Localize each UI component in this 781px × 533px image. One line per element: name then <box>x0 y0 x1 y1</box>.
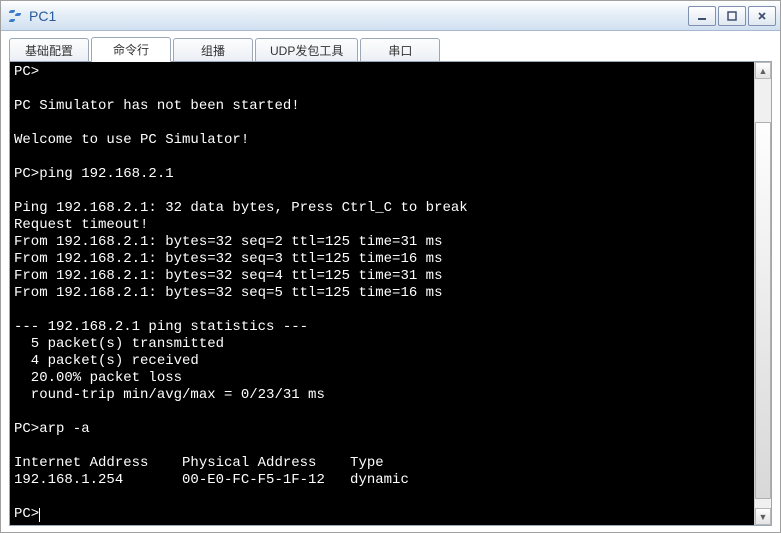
terminal[interactable]: PC> PC Simulator has not been started! W… <box>10 62 754 525</box>
tab-label: 组播 <box>201 42 225 59</box>
chevron-up-icon: ▲ <box>759 66 768 76</box>
tab-command-line[interactable]: 命令行 <box>91 37 171 62</box>
scroll-up-button[interactable]: ▲ <box>755 62 771 79</box>
tab-udp-tool[interactable]: UDP发包工具 <box>255 38 358 62</box>
minimize-button[interactable] <box>688 6 716 26</box>
scroll-thumb[interactable] <box>755 122 771 500</box>
tab-basic-config[interactable]: 基础配置 <box>9 38 89 62</box>
tab-multicast[interactable]: 组播 <box>173 38 253 62</box>
app-icon <box>7 8 23 24</box>
scroll-down-button[interactable]: ▼ <box>755 508 771 525</box>
close-button[interactable] <box>748 6 776 26</box>
maximize-button[interactable] <box>718 6 746 26</box>
scroll-track[interactable] <box>755 79 771 508</box>
scrollbar[interactable]: ▲ ▼ <box>754 62 771 525</box>
tab-serial[interactable]: 串口 <box>360 38 440 62</box>
chevron-down-icon: ▼ <box>759 512 768 522</box>
tab-label: 命令行 <box>113 41 149 58</box>
terminal-container: PC> PC Simulator has not been started! W… <box>9 61 772 526</box>
tab-label: UDP发包工具 <box>270 42 343 59</box>
tab-label: 串口 <box>388 42 412 59</box>
tabstrip: 基础配置 命令行 组播 UDP发包工具 串口 <box>9 37 772 62</box>
tab-label: 基础配置 <box>25 42 73 59</box>
window-controls <box>688 6 776 26</box>
window-title: PC1 <box>29 8 688 24</box>
client-area: 基础配置 命令行 组播 UDP发包工具 串口 PC> PC Simulator … <box>1 31 780 532</box>
titlebar: PC1 <box>1 1 780 31</box>
